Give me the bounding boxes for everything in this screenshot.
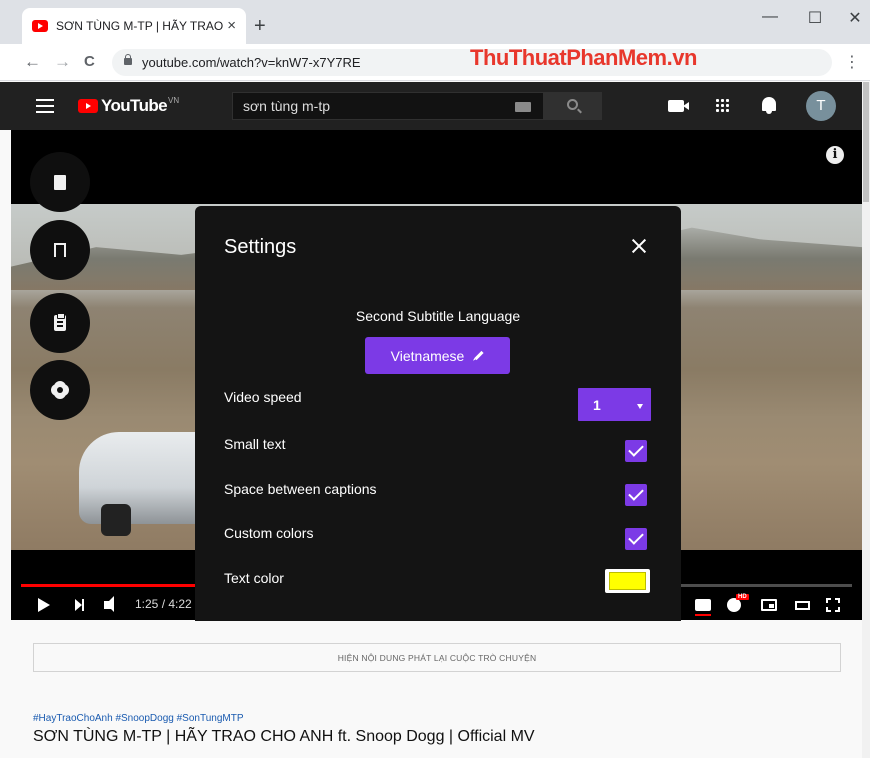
small-text-checkbox[interactable] (625, 440, 647, 462)
forward-arrow-icon[interactable]: → (54, 52, 71, 72)
create-video-icon[interactable] (668, 100, 689, 112)
back-arrow-icon[interactable]: ← (24, 52, 41, 72)
info-icon[interactable]: i (826, 146, 844, 164)
watermark-logo: ThuThuatPhanMem.vn (470, 45, 697, 70)
search-icon (567, 99, 578, 110)
clipboard-icon (54, 313, 66, 331)
text-color-picker[interactable] (605, 569, 650, 593)
time-display: 1:25 / 4:22 (135, 597, 192, 611)
video-speed-value: 1 (593, 397, 601, 413)
hashtags[interactable]: #HayTraoChoAnh #SnoopDogg #SonTungMTP (33, 713, 244, 724)
maximize-button[interactable]: ☐ (800, 8, 830, 28)
url-text: youtube.com/watch?v=knW7-x7Y7RE (142, 55, 361, 70)
car-wheel (101, 504, 131, 536)
next-icon[interactable] (75, 599, 84, 611)
region-code: VN (168, 95, 180, 105)
text-color-label: Text color (224, 570, 284, 586)
youtube-favicon-icon (32, 20, 48, 32)
space-between-captions-label: Space between captions (224, 481, 377, 497)
tab-close-icon[interactable]: × (227, 18, 236, 34)
dialog-title: Settings (224, 236, 297, 258)
custom-colors-checkbox[interactable] (625, 528, 647, 550)
browser-tabstrip: SƠN TÙNG M-TP | HÃY TRAO CHO ANH × + — ☐… (0, 0, 870, 44)
hamburger-menu-icon[interactable] (36, 99, 54, 113)
new-tab-button[interactable]: + (254, 16, 266, 36)
bookmark-icon (54, 243, 66, 258)
text-color-swatch (609, 572, 646, 590)
youtube-logo[interactable]: YouTube VN (78, 96, 179, 116)
settings-dialog: Settings Second Subtitle Language Vietna… (195, 206, 681, 636)
avatar[interactable]: T (806, 91, 836, 121)
scrollbar-thumb[interactable] (863, 82, 869, 202)
below-video-area: HIỆN NỘI DUNG PHÁT LẠI CUỘC TRÒ CHUYỆN #… (0, 621, 862, 758)
youtube-masthead: YouTube VN T (0, 82, 862, 130)
youtube-play-icon (78, 99, 98, 113)
tab-title: SƠN TÙNG M-TP | HÃY TRAO CHO ANH (56, 19, 226, 33)
video-speed-label: Video speed (224, 389, 302, 405)
close-window-button[interactable]: ✕ (840, 8, 870, 28)
settings-gear-icon[interactable] (727, 598, 741, 612)
pencil-icon (474, 350, 484, 361)
fullscreen-icon[interactable] (826, 598, 840, 612)
second-subtitle-label: Second Subtitle Language (355, 308, 521, 324)
youtube-wordmark: YouTube (101, 96, 168, 115)
browser-toolbar: ← → C youtube.com/watch?v=knW7-x7Y7RE Th… (0, 44, 870, 81)
video-speed-select[interactable]: 1 (578, 388, 651, 421)
note-icon (54, 174, 66, 190)
lock-icon (124, 54, 132, 65)
close-icon[interactable] (631, 238, 647, 254)
clipboard-button[interactable] (30, 293, 90, 353)
video-title: SƠN TÙNG M-TP | HÃY TRAO CHO ANH ft. Sno… (33, 728, 535, 745)
play-icon[interactable] (38, 598, 50, 612)
minimize-button[interactable]: — (755, 8, 785, 26)
volume-icon[interactable] (104, 596, 114, 612)
small-text-label: Small text (224, 436, 286, 452)
search-input[interactable] (243, 98, 503, 114)
page-scrollbar[interactable] (862, 82, 870, 758)
custom-colors-label: Custom colors (224, 525, 314, 541)
notes-button[interactable] (30, 152, 90, 212)
notifications-bell-icon[interactable] (762, 97, 776, 114)
language-value: Vietnamese (390, 347, 465, 364)
hd-badge: HD (736, 594, 749, 600)
search-box (232, 92, 544, 120)
subtitles-icon[interactable] (695, 599, 711, 616)
browser-tab[interactable]: SƠN TÙNG M-TP | HÃY TRAO CHO ANH × (22, 8, 246, 44)
extension-settings-button[interactable] (30, 360, 90, 420)
bookmark-button[interactable] (30, 220, 90, 280)
chevron-down-icon (637, 404, 643, 409)
miniplayer-icon[interactable] (761, 599, 777, 611)
space-between-captions-checkbox[interactable] (625, 484, 647, 506)
gear-icon (53, 383, 67, 397)
browser-menu-icon[interactable]: ⋮ (844, 52, 860, 72)
show-chat-replay-button[interactable]: HIỆN NỘI DUNG PHÁT LẠI CUỘC TRÒ CHUYỆN (33, 643, 841, 672)
reload-icon[interactable]: C (84, 52, 95, 72)
apps-grid-icon[interactable] (715, 98, 730, 113)
search-button[interactable] (544, 92, 602, 120)
theater-mode-icon[interactable] (795, 601, 810, 610)
keyboard-icon[interactable] (515, 102, 531, 112)
language-button[interactable]: Vietnamese (365, 337, 510, 374)
